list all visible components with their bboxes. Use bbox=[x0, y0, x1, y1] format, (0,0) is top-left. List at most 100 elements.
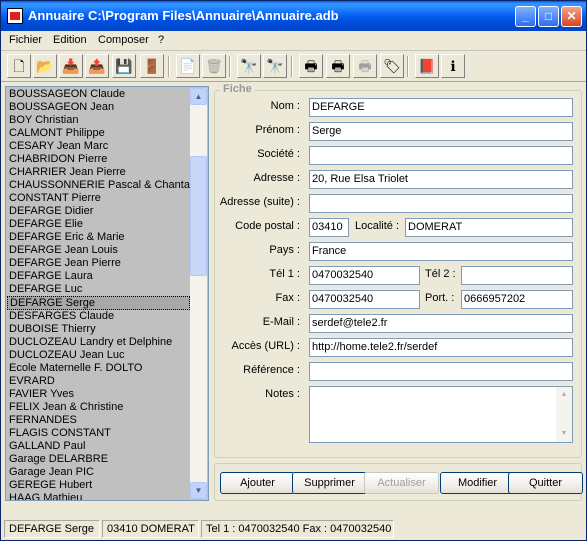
list-item[interactable]: GEREGE Hubert bbox=[7, 479, 190, 492]
list-item[interactable]: FERNANDES bbox=[7, 414, 190, 427]
scroll-down-arrow-icon[interactable]: ▼ bbox=[190, 482, 207, 499]
menu-fichier[interactable]: Fichier bbox=[9, 34, 42, 46]
contact-list[interactable]: BOUSSAGEON Claude BOUSSAGEON Jean BOY Chri… bbox=[5, 86, 209, 501]
list-item[interactable]: CESARY Jean Marc bbox=[7, 140, 190, 153]
minimize-button[interactable]: _ bbox=[515, 6, 536, 27]
delete-icon[interactable]: 🗑 bbox=[202, 54, 226, 78]
close-button[interactable]: ✕ bbox=[561, 6, 582, 27]
list-item[interactable]: DEFARGE Jean Louis bbox=[7, 244, 190, 257]
app-icon[interactable] bbox=[7, 8, 23, 24]
label-reference: Référence : bbox=[243, 364, 300, 376]
label-tel1: Tél 1 : bbox=[269, 268, 300, 280]
adresse-suite-field[interactable] bbox=[309, 194, 573, 213]
find-next-icon[interactable]: 🔭 bbox=[263, 54, 287, 78]
list-scrollbar[interactable]: ▲ ▼ bbox=[190, 88, 207, 499]
title-bar[interactable]: Annuaire C:\Program Files\Annuaire\Annua… bbox=[1, 1, 586, 31]
list-item[interactable]: FAVIER Yves bbox=[7, 388, 190, 401]
new-document-icon[interactable]: 🗋 bbox=[7, 54, 31, 78]
list-item[interactable]: DEFARGE Jean Pierre bbox=[7, 257, 190, 270]
label-fax: Fax : bbox=[275, 292, 300, 304]
tel1-field[interactable]: 0470032540 bbox=[309, 266, 420, 285]
notes-field[interactable]: ▲ ▼ bbox=[309, 386, 573, 443]
list-item[interactable]: DEFARGE Luc bbox=[7, 283, 190, 296]
societe-field[interactable] bbox=[309, 146, 573, 165]
list-item[interactable]: FLAGIS CONSTANT bbox=[7, 427, 190, 440]
list-item[interactable]: BOY Christian bbox=[7, 114, 190, 127]
adresse-field[interactable]: 20, Rue Elsa Triolet bbox=[309, 170, 573, 189]
list-item[interactable]: CHARRIER Jean Pierre bbox=[7, 166, 190, 179]
list-item[interactable]: GALLAND Paul bbox=[7, 440, 190, 453]
list-item[interactable]: Garage DELARBRE bbox=[7, 453, 190, 466]
print-setup-icon[interactable]: 🖶 bbox=[353, 54, 377, 78]
fiche-legend: Fiche bbox=[220, 83, 255, 95]
save-icon[interactable]: 💾 bbox=[112, 54, 136, 78]
list-item[interactable]: DUCLOZEAU Landry et Delphine bbox=[7, 336, 190, 349]
port-field[interactable]: 0666957202 bbox=[461, 290, 573, 309]
supprimer-button[interactable]: Supprimer bbox=[292, 472, 367, 494]
scroll-thumb[interactable] bbox=[190, 156, 207, 276]
list-item[interactable]: BOUSSAGEON Claude bbox=[7, 88, 190, 101]
list-item[interactable]: EVRARD bbox=[7, 375, 190, 388]
open-folder-icon[interactable]: 📂 bbox=[33, 54, 57, 78]
list-item[interactable]: DUBOISE Thierry bbox=[7, 323, 190, 336]
list-item[interactable]: Garage Jean PIC bbox=[7, 466, 190, 479]
code-postal-field[interactable]: 03410 bbox=[309, 218, 349, 237]
reference-field[interactable] bbox=[309, 362, 573, 381]
list-item[interactable]: CHABRIDON Pierre bbox=[7, 153, 190, 166]
help-book-icon[interactable]: 📕 bbox=[415, 54, 439, 78]
scroll-up-arrow-icon[interactable]: ▲ bbox=[190, 88, 207, 105]
label-acces-url: Accès (URL) : bbox=[231, 340, 300, 352]
notes-scroll-down-icon[interactable]: ▼ bbox=[556, 426, 572, 442]
notes-scroll-up-icon[interactable]: ▲ bbox=[556, 387, 572, 403]
acces-url-field[interactable]: http://home.tele2.fr/serdef bbox=[309, 338, 573, 357]
toolbar-separator bbox=[291, 56, 293, 77]
actualiser-button[interactable]: Actualiser bbox=[364, 472, 439, 494]
list-item[interactable]: DUCLOZEAU Jean Luc bbox=[7, 349, 190, 362]
quitter-button[interactable]: Quitter bbox=[508, 472, 583, 494]
modifier-button[interactable]: Modifier bbox=[440, 472, 515, 494]
import-icon[interactable]: 📥 bbox=[59, 54, 83, 78]
prenom-field[interactable]: Serge bbox=[309, 122, 573, 141]
find-icon[interactable]: 🔭 bbox=[237, 54, 261, 78]
print-icon[interactable]: 🖶 bbox=[299, 54, 323, 78]
list-item[interactable]: DEFARGE Eric & Marie bbox=[7, 231, 190, 244]
list-item[interactable]: CALMONT Philippe bbox=[7, 127, 190, 140]
pays-field[interactable]: France bbox=[309, 242, 573, 261]
list-item[interactable]: Ecole Maternelle F. DOLTO bbox=[7, 362, 190, 375]
label-notes: Notes : bbox=[265, 388, 300, 400]
email-field[interactable]: serdef@tele2.fr bbox=[309, 314, 573, 333]
exit-icon[interactable]: 🚪 bbox=[140, 54, 164, 78]
list-item[interactable]: DEFARGE Didier bbox=[7, 205, 190, 218]
list-item[interactable]: DESFARGES Claude bbox=[7, 310, 190, 323]
ajouter-button[interactable]: Ajouter bbox=[220, 472, 295, 494]
list-item[interactable]: DEFARGE Serge bbox=[7, 296, 190, 310]
export-icon[interactable]: 📤 bbox=[85, 54, 109, 78]
list-item[interactable]: DEFARGE Laura bbox=[7, 270, 190, 283]
tel2-field[interactable] bbox=[461, 266, 573, 285]
maximize-button[interactable]: □ bbox=[538, 6, 559, 27]
menu-composer[interactable]: Composer bbox=[98, 34, 149, 46]
print-preview-icon[interactable]: 🖶 bbox=[326, 54, 350, 78]
list-item[interactable]: CONSTANT Pierre bbox=[7, 192, 190, 205]
label-adresse: Adresse : bbox=[253, 172, 300, 184]
menu-edition[interactable]: Edition bbox=[53, 34, 87, 46]
menu-help[interactable]: ? bbox=[158, 34, 164, 46]
label-print-icon[interactable]: 🏷 bbox=[380, 54, 404, 78]
list-item[interactable]: DEFARGE Elie bbox=[7, 218, 190, 231]
list-item[interactable]: FELIX Jean & Christine bbox=[7, 401, 190, 414]
info-icon[interactable]: ℹ bbox=[441, 54, 465, 78]
list-item[interactable]: HAAG Mathieu bbox=[7, 492, 190, 500]
label-localite: Localité : bbox=[355, 220, 400, 232]
notes-scrollbar[interactable]: ▲ ▼ bbox=[556, 387, 572, 442]
list-item[interactable]: BOUSSAGEON Jean bbox=[7, 101, 190, 114]
label-prenom: Prénom : bbox=[255, 124, 300, 136]
status-name: DEFARGE Serge bbox=[4, 520, 100, 538]
fax-field[interactable]: 0470032540 bbox=[309, 290, 420, 309]
localite-field[interactable]: DOMERAT bbox=[405, 218, 573, 237]
list-item[interactable]: CHAUSSONNERIE Pascal & Chantal bbox=[7, 179, 190, 192]
status-phones: Tel 1 : 0470032540 Fax : 0470032540 bbox=[201, 520, 394, 538]
toolbar-separator bbox=[407, 56, 409, 77]
nom-field[interactable]: DEFARGE bbox=[309, 98, 573, 117]
copy-icon[interactable]: 📄 bbox=[176, 54, 200, 78]
toolbar: 🗋 📂 📥 📤 💾 🚪 📄 🗑 🔭 🔭 🖶 🖶 🖶 🏷 📕 ℹ bbox=[1, 52, 586, 82]
